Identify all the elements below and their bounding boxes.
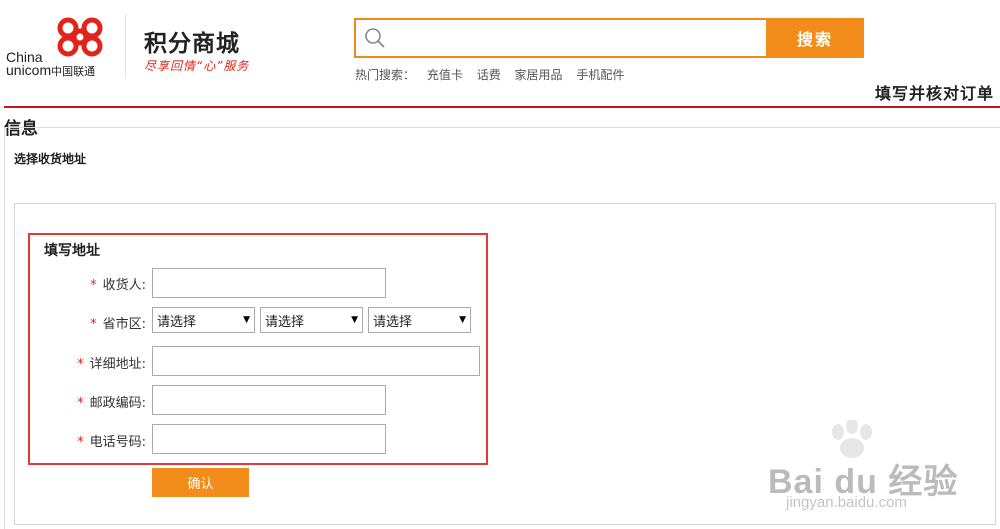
province-select[interactable]: 请选择 ▼ [152, 307, 255, 333]
info-divider [4, 127, 1000, 128]
header-red-divider [4, 106, 1000, 108]
search-box [354, 18, 766, 58]
phone-label-text: 电话号码: [89, 435, 146, 450]
info-left-border [4, 127, 5, 529]
chevron-down-icon: ▼ [459, 315, 466, 325]
slogan: 尽享回情“心”服务 [144, 59, 250, 73]
search-input[interactable] [356, 20, 766, 56]
logo-text: China unicom中国联通 [6, 50, 96, 79]
detail-address-input[interactable] [152, 346, 480, 376]
hot-link-recharge-card[interactable]: 充值卡 [427, 68, 463, 82]
required-mark: * [77, 396, 84, 411]
postcode-label: * 邮政编码: [40, 392, 146, 411]
required-mark: * [90, 317, 97, 332]
hot-link-phone-accessories[interactable]: 手机配件 [576, 68, 624, 82]
district-select-value: 请选择 [373, 314, 413, 330]
search-button[interactable]: 搜索 [766, 18, 864, 58]
step-title: 填写并核对订单 [874, 84, 994, 103]
required-mark: * [77, 357, 84, 372]
watermark-url: jingyan.baidu.com [786, 494, 907, 511]
site-title: 积分商城 [144, 31, 240, 57]
province-select-value: 请选择 [157, 314, 197, 330]
required-mark: * [77, 435, 84, 450]
unicom-logo[interactable]: China unicom中国联通 [4, 14, 120, 84]
required-mark: * [90, 278, 97, 293]
search-icon [365, 28, 385, 48]
city-select-value: 请选择 [265, 314, 305, 330]
receiver-input[interactable] [152, 268, 386, 298]
confirm-button[interactable]: 确认 [152, 468, 249, 497]
logo-line2: unicom [6, 62, 52, 78]
city-select[interactable]: 请选择 ▼ [260, 307, 363, 333]
postcode-input[interactable] [152, 385, 386, 415]
region-label: * 省市区: [60, 313, 146, 332]
choose-address-label: 选择收货地址 [14, 152, 87, 166]
phone-input[interactable] [152, 424, 386, 454]
hot-link-phone-bill[interactable]: 话费 [477, 68, 501, 82]
phone-label: * 电话号码: [40, 431, 146, 450]
hot-search-label: 热门搜索： [355, 68, 416, 82]
hot-search: 热门搜索： 充值卡 话费 家居用品 手机配件 [355, 66, 634, 83]
form-title: 填写地址 [44, 243, 100, 259]
chevron-down-icon: ▼ [351, 315, 358, 325]
receiver-label: * 收货人: [60, 274, 146, 293]
district-select[interactable]: 请选择 ▼ [368, 307, 471, 333]
chevron-down-icon: ▼ [243, 315, 250, 325]
detail-address-label: * 详细地址: [40, 353, 146, 372]
detail-address-label-text: 详细地址: [89, 357, 146, 372]
receiver-label-text: 收货人: [102, 278, 146, 293]
region-label-text: 省市区: [102, 317, 146, 332]
logo-cn: 中国联通 [51, 66, 96, 78]
hot-link-home-goods[interactable]: 家居用品 [515, 68, 563, 82]
header-divider [125, 14, 126, 78]
postcode-label-text: 邮政编码: [89, 396, 146, 411]
